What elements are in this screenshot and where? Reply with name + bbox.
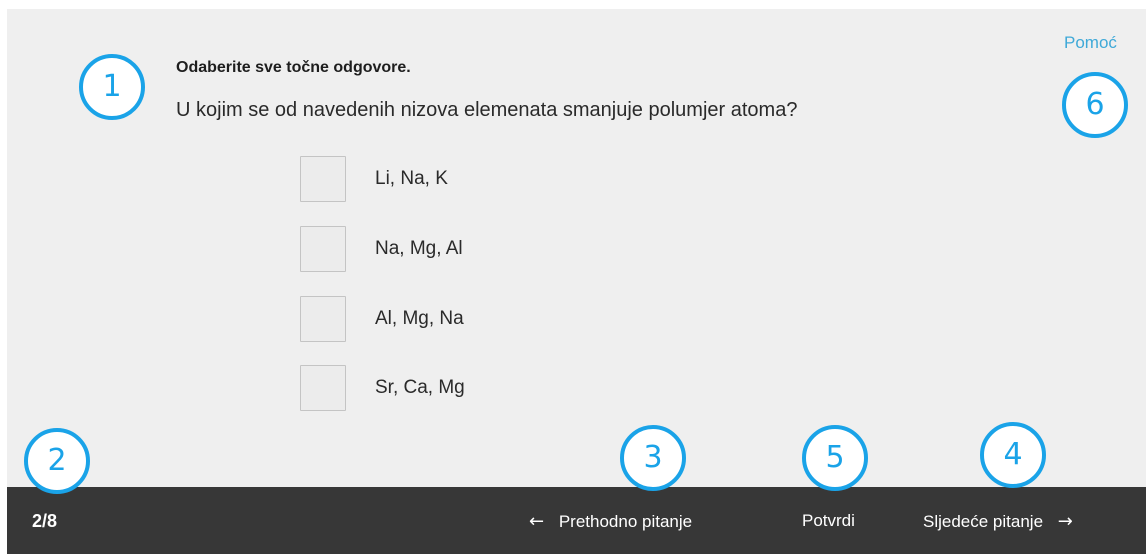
answer-checkbox[interactable]	[300, 156, 346, 202]
answer-checkbox[interactable]	[300, 296, 346, 342]
answer-option[interactable]: Sr, Ca, Mg	[300, 365, 580, 413]
quiz-screen: Pomoć Odaberite sve točne odgovore. U ko…	[0, 0, 1146, 554]
question-counter: 2/8	[32, 511, 58, 531]
answer-checkbox[interactable]	[300, 226, 346, 272]
previous-question-button[interactable]: ← Prethodno pitanje	[529, 511, 692, 532]
callout-badge-6: 6	[1062, 72, 1128, 138]
answer-label: Na, Mg, Al	[375, 238, 463, 259]
bottom-navigation-bar: 2/8 ← Prethodno pitanje Potvrdi Sljedeće…	[7, 487, 1146, 554]
arrow-left-icon: ←	[529, 511, 545, 532]
answer-label: Sr, Ca, Mg	[375, 377, 465, 398]
answer-option[interactable]: Al, Mg, Na	[300, 296, 580, 344]
callout-badge-2: 2	[24, 428, 90, 494]
answer-option[interactable]: Li, Na, K	[300, 156, 580, 204]
help-link[interactable]: Pomoć	[1064, 33, 1117, 53]
next-question-button[interactable]: Sljedeće pitanje →	[923, 511, 1073, 532]
callout-badge-1: 1	[79, 54, 145, 120]
previous-question-label: Prethodno pitanje	[558, 512, 693, 531]
answer-option[interactable]: Na, Mg, Al	[300, 226, 580, 274]
confirm-button[interactable]: Potvrdi	[802, 511, 855, 531]
next-question-label: Sljedeće pitanje	[923, 512, 1044, 531]
answer-label: Al, Mg, Na	[375, 308, 464, 329]
callout-badge-4: 4	[980, 422, 1046, 488]
answer-checkbox[interactable]	[300, 365, 346, 411]
confirm-label: Potvrdi	[802, 511, 855, 530]
arrow-right-icon: →	[1057, 511, 1073, 532]
callout-badge-3: 3	[620, 425, 686, 491]
question-instruction: Odaberite sve točne odgovore.	[176, 59, 411, 76]
answer-label: Li, Na, K	[375, 168, 448, 189]
callout-badge-5: 5	[802, 425, 868, 491]
question-text: U kojim se od navedenih nizova elemenata…	[176, 99, 798, 121]
